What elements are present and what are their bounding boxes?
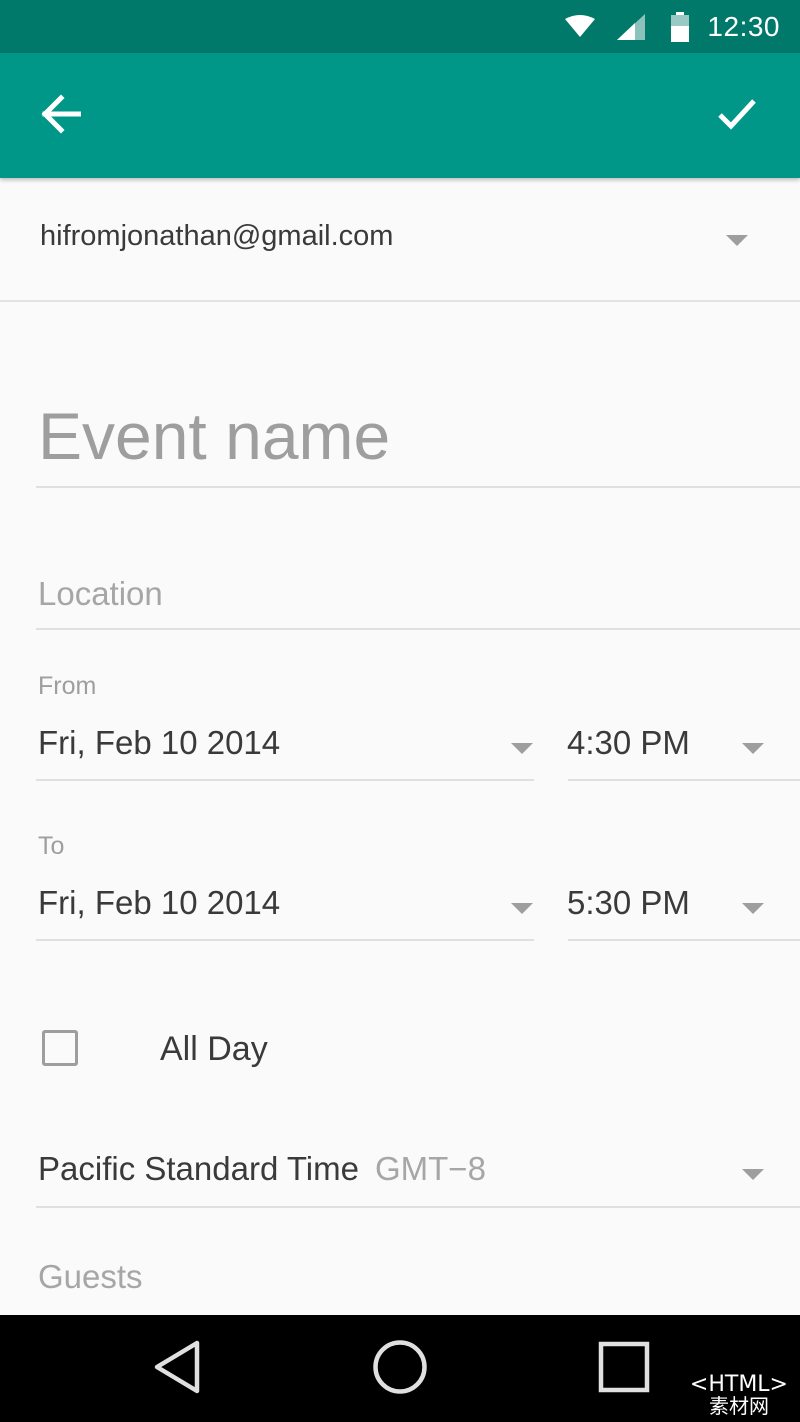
from-date-value: Fri, Feb 10 2014 <box>38 724 281 761</box>
to-label: To <box>38 832 65 860</box>
cellular-signal-icon <box>617 13 646 40</box>
back-triangle-icon <box>151 1339 203 1400</box>
divider <box>36 1206 800 1208</box>
recents-square-icon <box>598 1341 650 1398</box>
status-bar: 12:30 <box>0 0 800 53</box>
back-arrow-icon <box>41 93 82 139</box>
wifi-icon <box>565 14 596 39</box>
divider <box>36 939 534 941</box>
to-date-picker[interactable]: Fri, Feb 10 2014 <box>38 884 538 932</box>
to-date-value: Fri, Feb 10 2014 <box>38 884 281 921</box>
divider <box>36 628 800 630</box>
from-label: From <box>38 672 97 700</box>
event-name-input[interactable]: Event name <box>38 398 390 474</box>
all-day-label: All Day <box>160 1030 268 1068</box>
chevron-down-icon <box>726 235 748 246</box>
timezone-selector[interactable]: Pacific Standard Time GMT−8 <box>38 1150 768 1198</box>
timezone-offset: GMT−8 <box>374 1150 486 1187</box>
nav-recents-button[interactable] <box>589 1337 659 1401</box>
from-date-picker[interactable]: Fri, Feb 10 2014 <box>38 724 538 772</box>
nav-back-button[interactable] <box>142 1337 212 1401</box>
nav-home-button[interactable] <box>365 1337 435 1401</box>
chevron-down-icon <box>742 903 764 914</box>
check-icon <box>717 97 757 136</box>
chevron-down-icon <box>511 743 533 754</box>
watermark-top: <HTML> <box>689 1372 788 1397</box>
divider <box>36 779 534 781</box>
all-day-checkbox[interactable] <box>42 1030 78 1066</box>
home-circle-icon <box>372 1339 428 1400</box>
chevron-down-icon <box>742 1169 764 1180</box>
navigation-bar: <HTML> 素材网 <box>0 1315 800 1422</box>
chevron-down-icon <box>742 743 764 754</box>
app-bar <box>0 53 800 178</box>
status-icons: 12:30 <box>565 0 780 53</box>
to-time-picker[interactable]: 5:30 PM <box>567 884 767 932</box>
from-time-value: 4:30 PM <box>567 724 690 761</box>
account-email: hifromjonathan@gmail.com <box>40 220 394 252</box>
save-button[interactable] <box>702 81 772 151</box>
watermark: <HTML> 素材网 <box>689 1372 788 1418</box>
status-time: 12:30 <box>707 10 780 42</box>
account-selector[interactable]: hifromjonathan@gmail.com <box>0 180 800 302</box>
chevron-down-icon <box>511 903 533 914</box>
guests-input[interactable]: Guests <box>38 1258 143 1296</box>
from-time-picker[interactable]: 4:30 PM <box>567 724 767 772</box>
divider <box>568 779 800 781</box>
back-button[interactable] <box>26 81 96 151</box>
to-time-value: 5:30 PM <box>567 884 690 921</box>
battery-icon <box>671 11 690 42</box>
location-input[interactable]: Location <box>38 575 163 613</box>
watermark-bottom: 素材网 <box>708 1394 769 1418</box>
timezone-name: Pacific Standard Time <box>38 1150 359 1187</box>
divider <box>36 486 800 488</box>
divider <box>568 939 800 941</box>
